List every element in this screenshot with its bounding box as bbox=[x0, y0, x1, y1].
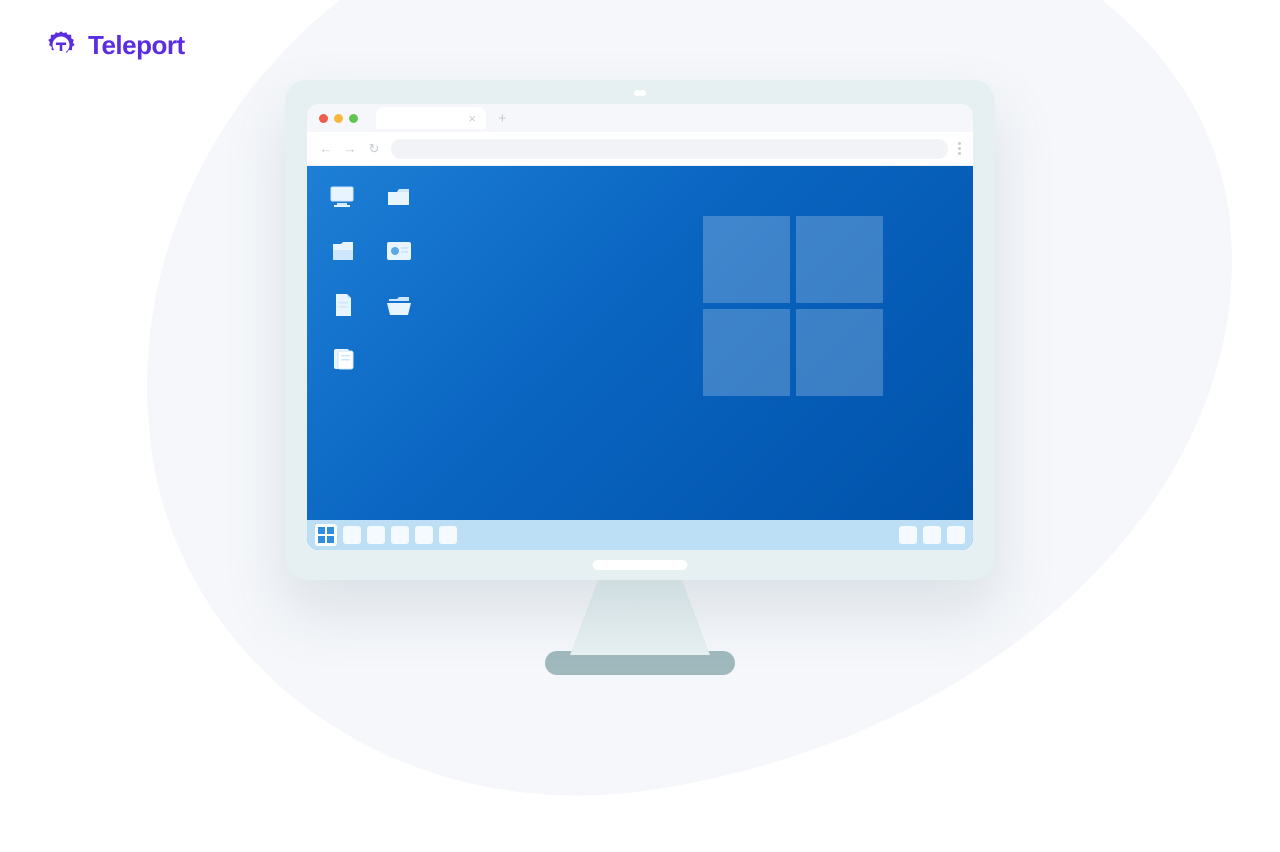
system-tray bbox=[899, 526, 965, 544]
document-icon[interactable] bbox=[329, 292, 357, 318]
windows-desktop[interactable] bbox=[307, 166, 973, 520]
browser-tab[interactable]: × bbox=[376, 107, 486, 129]
reload-button[interactable]: ↻ bbox=[367, 141, 381, 157]
minimize-window-icon[interactable] bbox=[334, 114, 343, 123]
close-window-icon[interactable] bbox=[319, 114, 328, 123]
window-controls bbox=[319, 114, 358, 123]
taskbar-item[interactable] bbox=[415, 526, 433, 544]
folder-icon[interactable] bbox=[385, 184, 413, 210]
this-pc-icon[interactable] bbox=[329, 184, 357, 210]
desktop-icons-grid bbox=[329, 184, 425, 386]
teleport-logo: Teleport bbox=[44, 28, 185, 62]
taskbar-item[interactable] bbox=[391, 526, 409, 544]
teleport-gear-icon bbox=[44, 28, 78, 62]
address-bar[interactable] bbox=[391, 139, 948, 159]
windows-logo-icon bbox=[703, 216, 883, 396]
start-button[interactable] bbox=[315, 524, 337, 546]
close-tab-icon[interactable]: × bbox=[468, 111, 476, 126]
forward-button[interactable]: → bbox=[343, 141, 357, 156]
browser-toolbar: ← → ↻ bbox=[307, 132, 973, 166]
browser-menu-button[interactable] bbox=[958, 142, 961, 155]
teleport-wordmark: Teleport bbox=[88, 30, 185, 61]
camera-icon bbox=[634, 90, 646, 96]
control-panel-icon[interactable] bbox=[385, 238, 413, 264]
tray-item[interactable] bbox=[899, 526, 917, 544]
monitor-stand-neck bbox=[570, 580, 710, 655]
monitor-home-indicator bbox=[593, 560, 688, 570]
tray-item[interactable] bbox=[923, 526, 941, 544]
tray-item[interactable] bbox=[947, 526, 965, 544]
notes-icon[interactable] bbox=[329, 346, 357, 372]
browser-tab-strip: × + bbox=[307, 104, 973, 132]
folder-open-icon[interactable] bbox=[385, 292, 413, 318]
browser-window: × + ← → ↻ bbox=[307, 104, 973, 550]
taskbar-item[interactable] bbox=[343, 526, 361, 544]
new-tab-button[interactable]: + bbox=[498, 110, 507, 127]
monitor-bezel: × + ← → ↻ bbox=[285, 80, 995, 580]
taskbar-item[interactable] bbox=[367, 526, 385, 544]
taskbar-item[interactable] bbox=[439, 526, 457, 544]
windows-taskbar bbox=[307, 520, 973, 550]
back-button[interactable]: ← bbox=[319, 141, 333, 156]
file-explorer-icon[interactable] bbox=[329, 238, 357, 264]
remote-desktop-session bbox=[307, 166, 973, 550]
monitor-illustration: × + ← → ↻ bbox=[285, 80, 995, 675]
maximize-window-icon[interactable] bbox=[349, 114, 358, 123]
